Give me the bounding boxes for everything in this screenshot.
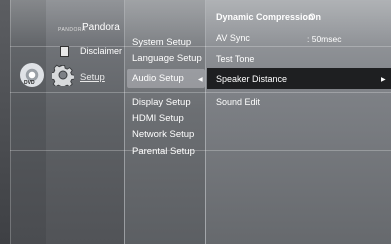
menu-item-audio-setup[interactable]: Audio Setup xyxy=(132,73,184,85)
arrow-left-icon: ◀ xyxy=(198,77,203,83)
divider xyxy=(10,92,391,93)
menu-item-system-setup[interactable]: System Setup xyxy=(132,37,191,49)
menu-item-language-setup[interactable]: Language Setup xyxy=(132,53,202,65)
menu-item-disclaimer[interactable]: Disclaimer xyxy=(80,45,122,57)
arrow-right-icon: ▶ xyxy=(381,77,386,83)
dynamic-compression-label[interactable]: Dynamic Compression xyxy=(216,11,314,23)
setup-screen: PANDORA Pandora Disclaimer DVD Setup Sys… xyxy=(0,0,391,244)
menu-item-pandora[interactable]: Pandora xyxy=(82,22,120,34)
document-icon xyxy=(60,46,69,57)
divider xyxy=(10,150,391,151)
av-sync-label[interactable]: AV Sync xyxy=(216,32,250,44)
menu-item-hdmi-setup[interactable]: HDMI Setup xyxy=(132,113,184,125)
sound-edit-item[interactable]: Sound Edit xyxy=(216,96,260,108)
divider xyxy=(10,0,11,244)
gear-icon xyxy=(52,64,74,86)
av-sync-value: : 50msec xyxy=(307,34,342,44)
menu-item-display-setup[interactable]: Display Setup xyxy=(132,97,191,109)
disc-label: DVD xyxy=(24,80,35,86)
test-tone-item[interactable]: Test Tone xyxy=(216,53,254,65)
menu-item-setup[interactable]: Setup xyxy=(80,72,105,84)
speaker-distance-item[interactable]: Speaker Distance xyxy=(216,73,287,85)
menu-item-parental-setup[interactable]: Parental Setup xyxy=(132,146,195,158)
dynamic-compression-value: : On xyxy=(303,12,321,22)
menu-item-network-setup[interactable]: Network Setup xyxy=(132,129,194,141)
